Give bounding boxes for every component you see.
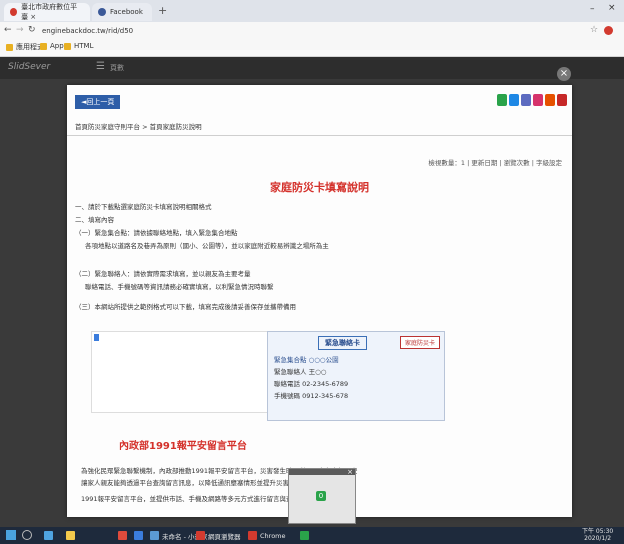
taskbar-item[interactable] [134,529,143,542]
browser-tab-bar: 臺北市政府數位平臺 × Facebook + – × [0,0,624,22]
folder-icon [66,531,75,540]
section-text: 二、填寫內容 [75,216,114,224]
folder-icon [64,42,71,50]
section-text: 一、請於下載點選家庭防災卡填寫說明相關格式 [75,203,212,211]
close-viewer-button[interactable]: × [557,67,571,81]
address-bar-row: ← → ↻ enginebackdoc.tw/rid/d50 ☆ [0,22,624,40]
breadcrumb: 首頁防災家庭守則平台 > 首頁家庭防災說明 [75,123,202,131]
body-text: 讓家人親友能夠透過平台查詢留言訊息，以降低通訊壅塞情形並提升災害應變效率 [81,479,315,487]
search-icon[interactable] [22,530,32,540]
section-text: （一）緊急集合點：請依據聯絡地點，填入緊急集合地點 [75,229,238,237]
clock-date: 2020/1/2 [584,535,612,542]
reload-icon[interactable]: ↻ [28,25,36,35]
menu-icon[interactable]: ☰ [96,61,105,72]
new-tab-button[interactable]: + [158,4,167,17]
app-icon [134,531,143,540]
system-clock[interactable]: 下午 05:30 2020/1/2 [582,528,613,542]
info-card-heading: 緊急聯絡卡 [318,336,367,350]
share-twitter-icon[interactable] [521,94,531,106]
bookmark-item[interactable]: 應用程式 [6,42,44,52]
start-icon[interactable] [6,530,16,540]
back-button[interactable]: ◄回上一頁 [75,95,121,109]
browser-tab-active[interactable]: 臺北市政府數位平臺 × [4,3,90,21]
tab-label: 臺北市政府數位平臺 × [21,3,78,21]
share-plurk-icon[interactable] [533,94,543,106]
bookmark-label: HTML [74,42,94,50]
page-label: 頁數 [110,64,124,72]
taskbar-item[interactable]: 網頁瀏覽器 [196,529,241,542]
email-icon[interactable] [557,94,567,106]
close-window-icon[interactable]: × [608,3,616,13]
star-icon[interactable]: ☆ [590,25,598,35]
section-subtitle: 內政部1991報平安留言平台 [119,441,247,452]
info-card: 緊急聯絡卡 家庭防災卡 緊急集合點 ○○○公園 緊急聯絡人 王○○ 聯絡電話 0… [267,331,445,421]
divider [67,135,572,136]
info-card-tag: 家庭防災卡 [399,336,440,349]
pin-icon [94,334,99,341]
tab-favicon-icon [10,8,18,16]
share-facebook-icon[interactable] [509,94,519,106]
section-text: 各項地點以道路名及巷弄為原則（國小、公園等），並以家庭附近較易辨識之場所為主 [85,242,329,250]
browser-icon [196,531,205,540]
url-field[interactable]: enginebackdoc.tw/rid/d50 [42,25,562,37]
info-row: 手機號碼 0912-345-678 [274,392,349,400]
taskbar-item[interactable] [44,529,53,542]
taskbar-item[interactable] [118,529,127,542]
clock-time: 下午 05:30 [582,528,614,535]
taskbar-label: Chrome [260,531,286,540]
bookmark-item[interactable]: HTML [64,42,93,50]
viewer-logo: SlidSever [8,62,51,72]
page-meta: 檢視數量：1 | 更新日期 | 瀏覽次數 | 字級設定 [428,159,562,167]
section-text: （二）緊急聯絡人：請依實際需求填寫，並以親友為主要考量 [75,270,251,278]
bookmark-item[interactable]: App [40,42,64,50]
bookmark-label: App [50,42,64,50]
back-arrow-icon[interactable]: ← [4,25,12,35]
popup-close-icon[interactable]: × [347,468,353,476]
browser-tab-facebook[interactable]: Facebook [92,3,152,21]
example-image [91,331,269,413]
app-icon [300,531,309,540]
popup-thumbnail[interactable]: × 0 [288,468,356,524]
forward-arrow-icon[interactable]: → [16,25,24,35]
social-share-bar [497,94,567,106]
popup-app-icon: 0 [316,491,326,501]
app-icon [44,531,53,540]
body-text: 1991報平安留言平台，並提供市話、手機及網路等多元方式進行留言與查詢服務 [81,495,313,503]
info-row: 緊急聯絡人 王○○ [274,368,327,376]
apps-icon [6,43,13,51]
popup-titlebar [289,469,355,475]
section-text: （三）本網站所提供之範例格式可以下載，填寫完成後請妥善保存並攜帶備用 [75,303,296,311]
windows-taskbar: 未命名 - 小畫家 網頁瀏覽器 Chrome 下午 05:30 2020/1/2 [0,527,624,544]
info-row: 緊急集合點 ○○○公園 [274,356,339,364]
document-page: ◄回上一頁 首頁防災家庭守則平台 > 首頁家庭防災說明 檢視數量：1 | 更新日… [67,85,572,517]
extension-icon[interactable] [604,26,613,35]
bookmarks-bar: 應用程式 App HTML [0,40,624,57]
taskbar-item[interactable]: Chrome [248,529,286,542]
app-icon [118,531,127,540]
info-row: 聯絡電話 02-2345-6789 [274,380,349,388]
minimize-icon[interactable]: – [590,4,595,14]
taskbar-item[interactable] [66,529,75,542]
facebook-icon [98,8,106,16]
print-icon[interactable] [545,94,555,106]
taskbar-label: 網頁瀏覽器 [208,532,241,541]
paint-icon [150,531,159,540]
share-line-icon[interactable] [497,94,507,106]
taskbar-item[interactable] [300,529,309,542]
folder-icon [40,42,47,50]
page-title: 家庭防災卡填寫說明 [270,181,369,194]
tab-label: Facebook [110,8,143,16]
section-text: 聯絡電話、手機號碼等資訊請務必確實填寫，以利緊急情況時聯繫 [85,283,274,291]
viewer-toolbar: SlidSever ☰ 頁數 [0,57,624,79]
chrome-icon [248,531,257,540]
